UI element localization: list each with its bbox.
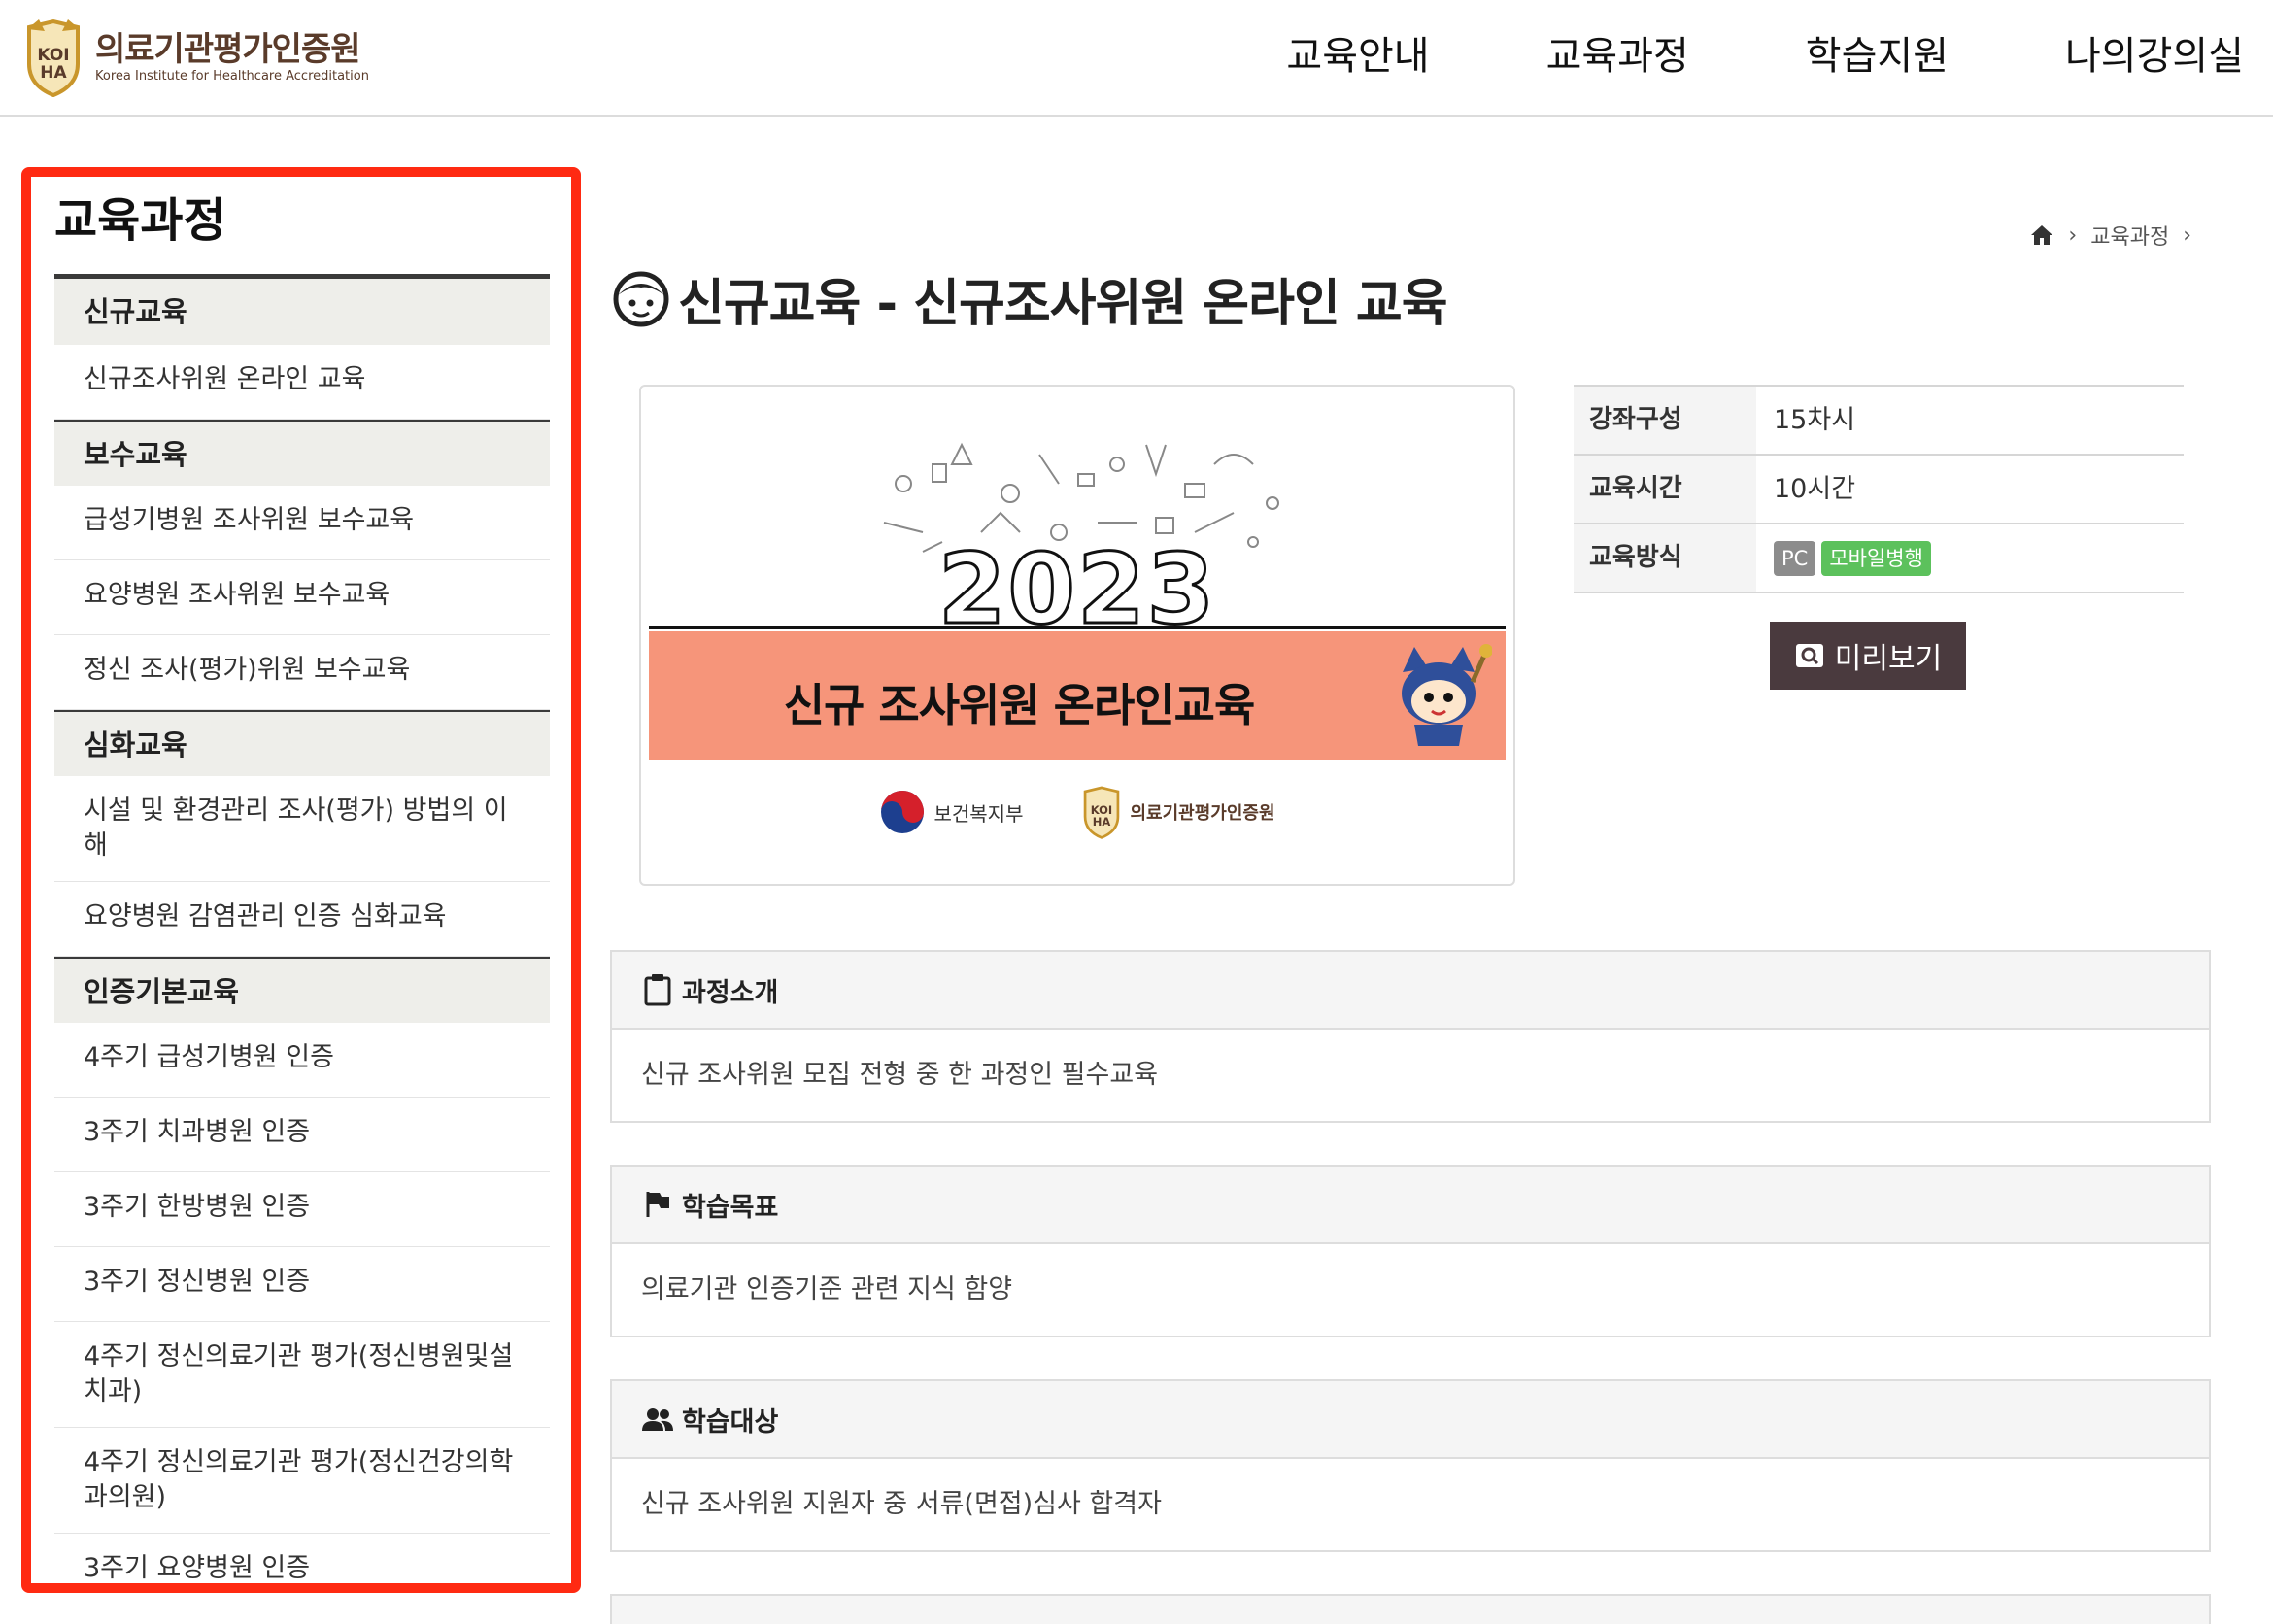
logo-korean: 의료기관평가인증원 [95,30,361,69]
info-row-lectures: 강좌구성 15차시 [1574,387,2184,456]
thumbnail-divider [649,626,1506,629]
section-header: 학습대상 [612,1381,2209,1459]
main-nav: 교육안내 교육과정 학습지원 나의강의실 [1170,29,2244,84]
sidebar-category-refresher: 보수교육 [54,420,550,486]
section-next-partial [610,1594,2211,1624]
course-thumbnail: 2023 신규 조사위원 온라인교육 보건복지부 KOI HA 의료기관평가인증… [639,385,1515,886]
section-header: 학습목표 [612,1167,2209,1244]
page-title: 신규교육 - 신규조사위원 온라인 교육 [612,262,1448,335]
sidebar-item[interactable]: 신규조사위원 온라인 교육 [54,345,550,420]
nav-education-info[interactable]: 교육안내 [1286,29,1429,84]
mobile-badge: 모바일병행 [1821,540,1931,576]
section-body: 의료기관 인증기준 관련 지식 함양 [641,1274,1013,1304]
mohw-logo: 보건복지부 [879,789,1023,835]
sidebar-category-basic: 인증기본교육 [54,957,550,1023]
chevron-right-icon: › [2183,222,2191,248]
info-value: PC 모바일병행 [1756,524,2184,592]
info-label: 강좌구성 [1574,387,1756,454]
sidebar-item[interactable]: 3주기 한방병원 인증 [54,1172,550,1247]
home-icon[interactable] [2029,223,2054,247]
svg-text:KOI: KOI [37,46,69,65]
svg-text:HA: HA [1093,815,1111,829]
koiha-logo-text: 의료기관평가인증원 [1130,803,1275,824]
thumbnail-banner-text: 신규 조사위원 온라인교육 [783,679,1256,731]
section-course-intro: 과정소개 신규 조사위원 모집 전형 중 한 과정인 필수교육 [610,950,2211,1123]
section-title: 과정소개 [682,977,779,1008]
info-value: 10시간 [1774,474,1856,504]
section-title: 학습목표 [682,1192,779,1223]
breadcrumb-current[interactable]: 교육과정 [2090,220,2169,251]
mohw-logo-text: 보건복지부 [933,801,1024,826]
page-title-text: 신규교육 - 신규조사위원 온라인 교육 [678,275,1448,333]
site-logo[interactable]: KOI HA 의료기관평가인증원 Korea Institute for Hea… [23,16,369,99]
section-body: 신규 조사위원 모집 전형 중 한 과정인 필수교육 [641,1060,1159,1090]
section-header: 과정소개 [612,952,2209,1030]
sidebar-title: 교육과정 [54,193,226,248]
sidebar-item[interactable]: 3주기 정신병원 인증 [54,1247,550,1322]
thumbnail-banner: 신규 조사위원 온라인교육 [649,631,1506,760]
nav-my-classroom[interactable]: 나의강의실 [2065,29,2244,84]
sidebar-item[interactable]: 3주기 치과병원 인증 [54,1098,550,1172]
thumbnail-logos: 보건복지부 KOI HA 의료기관평가인증원 [641,785,1513,839]
logo-text: 의료기관평가인증원 Korea Institute for Healthcare… [95,30,369,85]
info-label: 교육시간 [1574,456,1756,523]
page: KOI HA 의료기관평가인증원 Korea Institute for Hea… [0,0,2273,1624]
koiha-logo-small: KOI HA 의료기관평가인증원 [1081,785,1275,839]
info-label: 교육방식 [1574,524,1756,592]
search-icon [1794,642,1825,669]
sidebar-item[interactable]: 급성기병원 조사위원 보수교육 [54,486,550,560]
koiha-shield-icon: KOI HA [27,18,80,97]
sidebar-item[interactable]: 요양병원 감염관리 인증 심화교육 [54,882,550,957]
koiha-shield-icon: KOI HA [1084,786,1120,839]
section-target-learners: 학습대상 신규 조사위원 지원자 중 서류(면접)심사 합격자 [610,1379,2211,1552]
sidebar-category-new: 신규교육 [54,279,550,345]
sidebar-item[interactable]: 요양병원 조사위원 보수교육 [54,560,550,635]
section-title: 학습대상 [682,1406,779,1438]
nav-courses[interactable]: 교육과정 [1546,29,1689,84]
sidebar-item[interactable]: 정신 조사(평가)위원 보수교육 [54,635,550,710]
pc-badge: PC [1774,540,1816,576]
taegeuk-icon [881,791,925,833]
info-value: 15차시 [1774,405,1856,435]
breadcrumb: › 교육과정 › [2029,220,2205,251]
info-row-hours: 교육시간 10시간 [1574,456,2184,524]
sidebar-menu: 신규교육 신규조사위원 온라인 교육 보수교육 급성기병원 조사위원 보수교육 … [54,274,550,1583]
smiley-face-icon [613,271,669,326]
preview-button-label: 미리보기 [1834,642,1943,676]
sidebar-item[interactable]: 4주기 정신의료기관 평가(정신건강의학과의원) [54,1428,550,1534]
nav-learning-support[interactable]: 학습지원 [1806,29,1949,84]
sidebar-category-advanced: 심화교육 [54,710,550,776]
sidebar: 교육과정 신규교육 신규조사위원 온라인 교육 보수교육 급성기병원 조사위원 … [21,167,581,1593]
sidebar-item[interactable]: 4주기 정신의료기관 평가(정신병원및설치과) [54,1322,550,1428]
chevron-right-icon: › [2068,222,2078,248]
preview-button[interactable]: 미리보기 [1770,622,1966,690]
mascot-character-icon [1402,644,1492,746]
logo-english: Korea Institute for Healthcare Accredita… [95,69,369,84]
people-icon [641,1403,674,1436]
sidebar-item[interactable]: 3주기 요양병원 인증 [54,1534,550,1583]
course-info-table: 강좌구성 15차시 교육시간 10시간 교육방식 PC 모바일병행 [1574,385,2184,593]
flag-icon [641,1188,674,1221]
section-body: 신규 조사위원 지원자 중 서류(면접)심사 합격자 [641,1489,1162,1519]
section-header [612,1596,2209,1624]
info-row-method: 교육방식 PC 모바일병행 [1574,524,2184,593]
clipboard-icon [641,973,674,1006]
header: KOI HA 의료기관평가인증원 Korea Institute for Hea… [0,0,2273,117]
sidebar-item[interactable]: 시설 및 환경관리 조사(평가) 방법의 이해 [54,776,550,882]
section-learning-goals: 학습목표 의료기관 인증기준 관련 지식 함양 [610,1165,2211,1337]
sidebar-item[interactable]: 4주기 급성기병원 인증 [54,1023,550,1098]
svg-text:HA: HA [40,63,67,83]
